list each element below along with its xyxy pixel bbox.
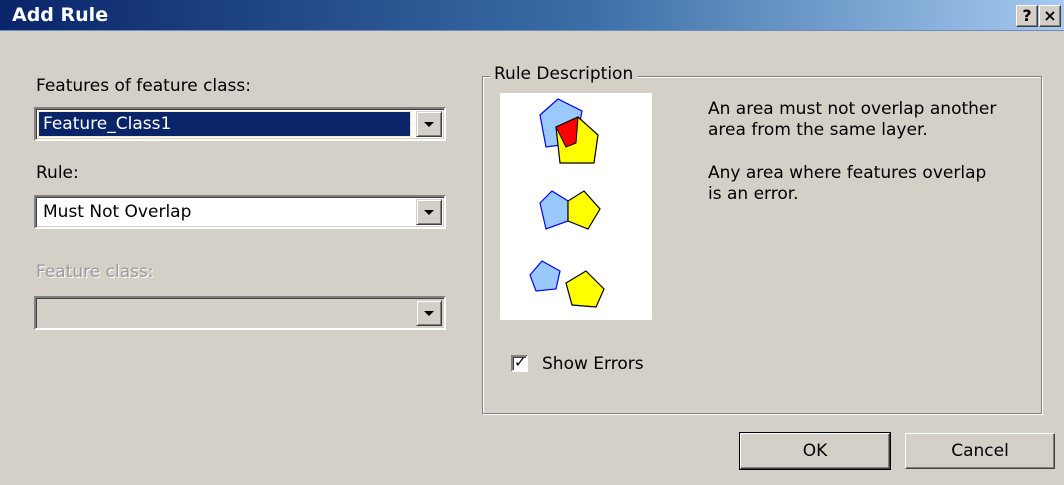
separate-polygon-blue <box>529 260 561 292</box>
chevron-down-icon <box>424 121 434 127</box>
chevron-down-icon <box>424 209 434 215</box>
title-bar: Add Rule ? × <box>0 0 1064 31</box>
show-errors-label[interactable]: Show Errors <box>542 354 644 374</box>
polygon-overlap-illustration <box>529 98 605 308</box>
feature-class-dropdown[interactable] <box>34 296 446 330</box>
rule-description-line1: An area must not overlap another <box>708 99 997 119</box>
features-value: Feature_Class1 <box>38 111 411 137</box>
features-dropdown-arrow[interactable] <box>416 111 442 137</box>
rule-description-line4: is an error. <box>708 184 799 204</box>
rule-description-line2: area from the same layer. <box>708 120 928 140</box>
feature-class-dropdown-arrow[interactable] <box>416 300 442 326</box>
feature-class-label: Feature class: <box>36 262 154 282</box>
rule-label: Rule: <box>36 163 79 183</box>
chevron-down-icon <box>424 310 434 316</box>
close-button[interactable]: × <box>1039 5 1061 27</box>
rule-dropdown-arrow[interactable] <box>416 199 442 225</box>
features-dropdown[interactable]: Feature_Class1 <box>34 107 446 141</box>
rule-dropdown[interactable]: Must Not Overlap <box>34 195 446 229</box>
show-errors-checkbox[interactable]: ✓ <box>511 353 528 372</box>
features-label: Features of feature class: <box>36 76 251 96</box>
ok-button[interactable]: OK <box>739 432 891 470</box>
feature-class-value <box>39 301 47 325</box>
touching-polygon-yellow <box>567 190 601 230</box>
touching-polygon-blue <box>539 190 569 230</box>
rule-description-line3: Any area where features overlap <box>708 163 987 183</box>
rule-value: Must Not Overlap <box>43 202 192 222</box>
help-button[interactable]: ? <box>1016 5 1038 27</box>
rule-preview-image <box>500 93 652 320</box>
checkmark-icon: ✓ <box>514 353 527 371</box>
separate-polygon-yellow <box>565 270 605 308</box>
cancel-button[interactable]: Cancel <box>905 433 1055 469</box>
rule-description-title: Rule Description <box>490 64 638 84</box>
window-title: Add Rule <box>12 4 109 26</box>
